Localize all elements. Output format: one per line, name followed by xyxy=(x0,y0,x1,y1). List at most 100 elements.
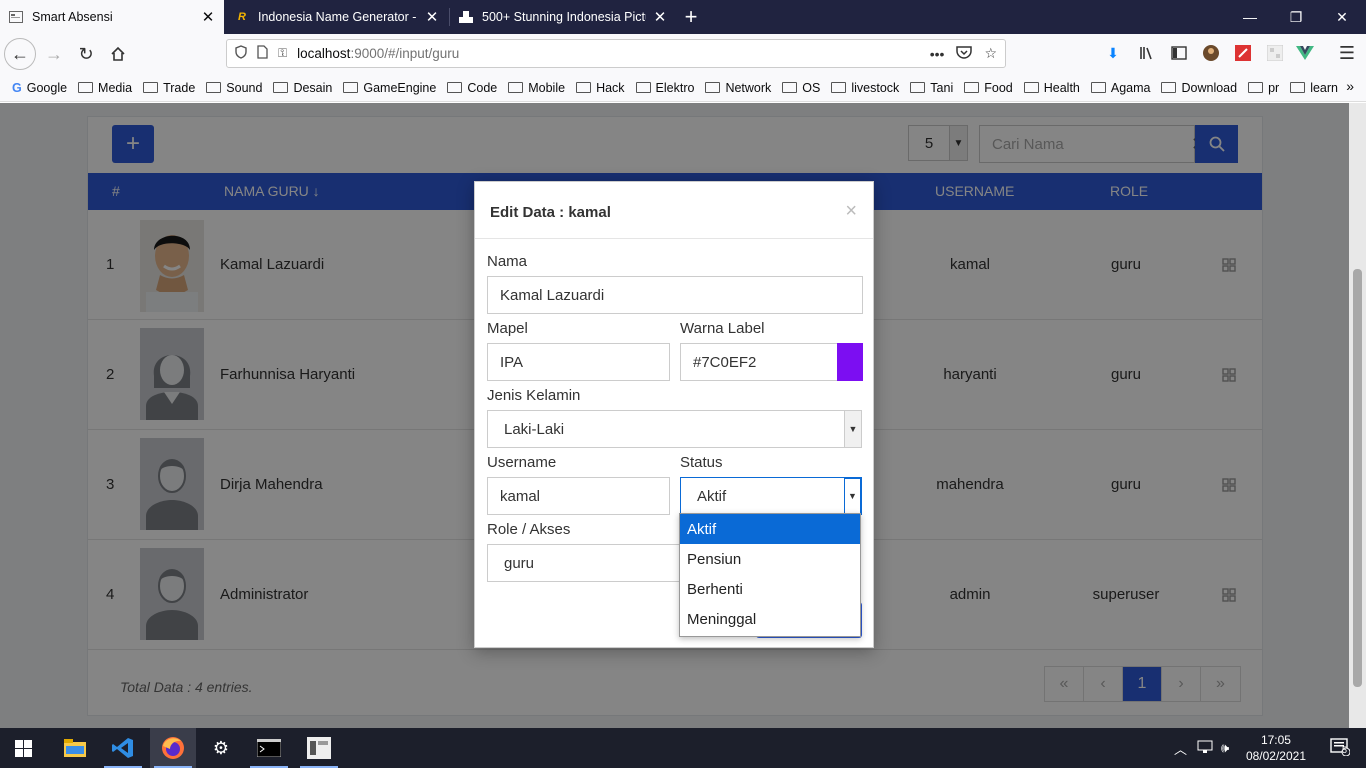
bookmark-label: Network xyxy=(725,80,772,95)
new-tab-icon[interactable]: + xyxy=(678,0,704,34)
folder-icon xyxy=(576,82,592,93)
downloads-icon[interactable]: ⬇ xyxy=(1102,42,1124,64)
volume-icon[interactable]: 🕪 xyxy=(1221,740,1229,756)
chevron-down-icon: ▼ xyxy=(844,478,861,514)
notification-center-icon[interactable]: 5 xyxy=(1330,738,1351,761)
folder-icon xyxy=(1023,82,1039,93)
windows-start-icon[interactable] xyxy=(0,728,46,768)
bookmark-folder[interactable]: livestock xyxy=(831,81,899,95)
tab-name-generator[interactable]: R Indonesia Name Generator - Ra ✕ xyxy=(226,0,448,34)
username-field[interactable]: kamal xyxy=(487,477,670,515)
tab-close-icon[interactable]: ✕ xyxy=(200,8,216,26)
mapel-label: Mapel xyxy=(487,320,528,337)
tab-close-icon[interactable]: ✕ xyxy=(424,8,440,26)
permissions-key-icon[interactable]: ⚿ xyxy=(278,46,287,61)
vue-devtools-icon[interactable] xyxy=(1294,42,1316,64)
network-icon[interactable] xyxy=(1197,740,1213,757)
bookmark-label: Hack xyxy=(596,80,625,95)
bookmarks-overflow-icon[interactable]: » xyxy=(1346,78,1354,94)
settings-gear-icon[interactable]: ⚙ xyxy=(198,728,244,768)
tab-indonesia-pictures[interactable]: 500+ Stunning Indonesia Pictur ✕ xyxy=(450,0,676,34)
tray-overflow-chevron-icon[interactable]: ︿ xyxy=(1174,739,1187,758)
bookmark-folder[interactable]: Download xyxy=(1161,81,1237,95)
bookmark-label: OS xyxy=(802,80,821,95)
bookmark-folder[interactable]: Agama xyxy=(1090,81,1150,95)
url-path: :9000/#/input/guru xyxy=(350,46,460,61)
library-icon[interactable] xyxy=(1136,42,1158,64)
bookmark-folder[interactable]: Elektro xyxy=(635,81,694,95)
tab-close-icon[interactable]: ✕ xyxy=(652,8,668,26)
status-option-meninggal[interactable]: Meninggal xyxy=(680,604,860,634)
status-option-berhenti[interactable]: Berhenti xyxy=(680,574,860,604)
bookmark-folder[interactable]: Code xyxy=(447,81,497,95)
modal-close-icon[interactable]: × xyxy=(845,200,857,223)
page-scrollbar[interactable] xyxy=(1349,103,1366,728)
pocket-icon[interactable] xyxy=(956,45,973,62)
bookmark-folder[interactable]: pr xyxy=(1248,81,1279,95)
bookmark-folder[interactable]: learn xyxy=(1290,81,1338,95)
status-option-aktif[interactable]: Aktif xyxy=(680,514,860,544)
status-select[interactable]: Aktif ▼ xyxy=(680,477,862,515)
bookmark-folder[interactable]: Desain xyxy=(273,81,332,95)
bookmark-folder[interactable]: OS xyxy=(782,81,820,95)
page-favicon-icon xyxy=(8,9,24,25)
tab-smart-absensi[interactable]: Smart Absensi ✕ xyxy=(0,0,224,34)
status-option-pensiun[interactable]: Pensiun xyxy=(680,544,860,574)
mapel-field[interactable]: IPA xyxy=(487,343,670,381)
folder-icon xyxy=(508,82,524,93)
vscode-icon[interactable] xyxy=(100,728,146,768)
bookmark-folder[interactable]: Network xyxy=(705,81,771,95)
bookmark-folder[interactable]: Hack xyxy=(576,80,625,95)
bookmark-folder[interactable]: Trade xyxy=(143,81,195,95)
folder-icon xyxy=(964,82,980,93)
bookmark-folder[interactable]: Health xyxy=(1023,81,1080,95)
extension-red-icon[interactable] xyxy=(1232,42,1254,64)
sidebar-icon[interactable] xyxy=(1168,42,1190,64)
terminal-icon[interactable] xyxy=(246,728,292,768)
address-bar[interactable]: ⚿ localhost:9000/#/input/guru ••• ☆ xyxy=(226,39,1006,68)
back-icon[interactable]: ← xyxy=(4,38,36,70)
restore-icon[interactable]: ❐ xyxy=(1272,0,1320,34)
folder-icon xyxy=(1290,82,1306,93)
tab-title: 500+ Stunning Indonesia Pictur xyxy=(482,10,646,24)
nama-field[interactable]: Kamal Lazuardi xyxy=(487,276,863,314)
bookmark-folder[interactable]: GameEngine xyxy=(343,81,436,95)
bookmark-folder[interactable]: Sound xyxy=(206,81,262,95)
bookmark-folder[interactable]: Food xyxy=(964,81,1013,95)
bookmark-star-icon[interactable]: ☆ xyxy=(984,45,997,62)
warna-field[interactable]: #7C0EF2 xyxy=(680,343,838,381)
bookmark-folder[interactable]: Mobile xyxy=(508,81,565,95)
minimize-icon[interactable]: — xyxy=(1226,0,1274,34)
tab-title: Smart Absensi xyxy=(32,10,113,24)
browser-tab-bar: Smart Absensi ✕ R Indonesia Name Generat… xyxy=(0,0,1366,34)
bookmark-google[interactable]: G Google xyxy=(12,81,67,95)
window-close-icon[interactable]: ✕ xyxy=(1318,0,1366,34)
bookmark-folder[interactable]: Media xyxy=(78,81,132,95)
account-avatar-icon[interactable] xyxy=(1200,42,1222,64)
bookmark-folder[interactable]: Tani xyxy=(910,81,953,95)
bookmark-label: Code xyxy=(467,80,498,95)
notification-count: 5 xyxy=(1342,745,1348,755)
shield-icon[interactable] xyxy=(235,45,247,62)
reload-icon[interactable]: ↻ xyxy=(70,38,102,70)
bookmark-label: learn xyxy=(1310,80,1338,95)
tab-title: Indonesia Name Generator - Ra xyxy=(258,10,418,24)
warna-label: Warna Label xyxy=(680,320,765,337)
menu-hamburger-icon[interactable]: ☰ xyxy=(1336,42,1358,64)
role-select[interactable]: guru xyxy=(487,544,687,582)
extension-grid-icon[interactable] xyxy=(1264,42,1286,64)
color-picker-swatch[interactable] xyxy=(837,343,863,381)
jenis-kelamin-select[interactable]: Laki-Laki ▼ xyxy=(487,410,862,448)
bookmark-label: Food xyxy=(984,80,1013,95)
app-window-icon[interactable] xyxy=(296,728,342,768)
scrollbar-thumb[interactable] xyxy=(1353,269,1362,687)
chevron-down-icon: ▼ xyxy=(844,411,861,447)
home-icon[interactable] xyxy=(102,38,134,70)
firefox-icon[interactable] xyxy=(150,728,196,768)
url-text[interactable]: localhost:9000/#/input/guru xyxy=(297,46,918,61)
taskbar-clock[interactable]: 17:05 08/02/2021 xyxy=(1246,732,1306,764)
file-explorer-icon[interactable] xyxy=(52,728,98,768)
page-actions-icon[interactable]: ••• xyxy=(930,46,945,62)
forward-icon[interactable]: → xyxy=(38,38,70,70)
clock-time: 17:05 xyxy=(1260,733,1291,747)
